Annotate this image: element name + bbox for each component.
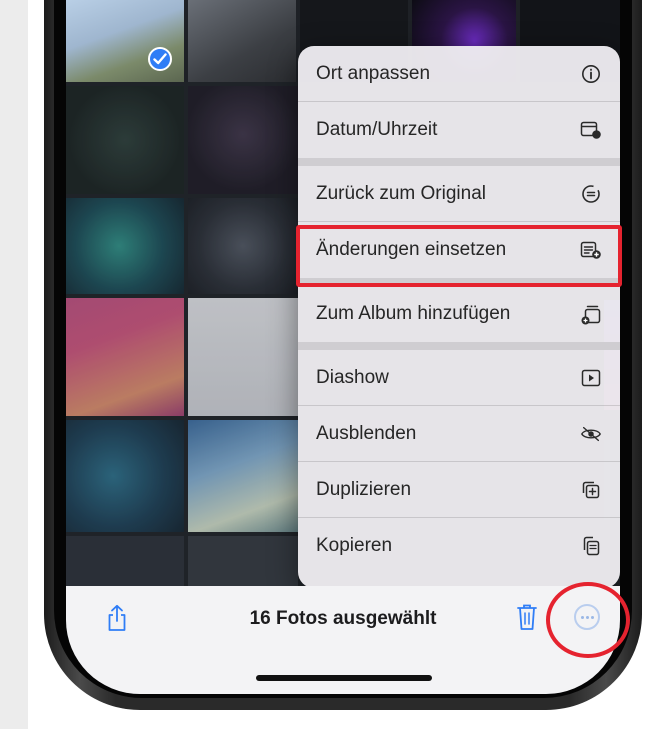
hide-eye-icon	[580, 423, 602, 445]
circle-annotation	[546, 582, 630, 658]
duplicate-icon	[580, 479, 602, 501]
menu-separator	[298, 342, 620, 350]
photo-thumbnail[interactable]	[188, 0, 296, 82]
photo-thumbnail[interactable]	[66, 0, 184, 82]
info-icon	[580, 63, 602, 85]
page-margin	[0, 0, 28, 729]
play-icon	[580, 367, 602, 389]
menu-item-duplizieren[interactable]: Duplizieren	[298, 462, 620, 518]
home-indicator	[256, 675, 432, 681]
menu-item-ort-anpassen[interactable]: Ort anpassen	[298, 46, 620, 102]
context-menu: Ort anpassen Datum/Uhrzeit Zurück zum Or…	[298, 46, 620, 588]
menu-item-kopieren[interactable]: Kopieren	[298, 518, 620, 574]
menu-item-label: Zurück zum Original	[316, 182, 486, 204]
menu-item-label: Ausblenden	[316, 422, 417, 444]
menu-item-label: Kopieren	[316, 535, 393, 556]
menu-item-label: Ort anpassen	[316, 62, 431, 84]
copy-icon	[580, 535, 602, 557]
menu-item-ausblenden[interactable]: Ausblenden	[298, 406, 620, 462]
menu-item-label: Zum Album hinzufügen	[316, 303, 511, 324]
menu-separator	[298, 158, 620, 166]
phone-screen: Ort anpassen Datum/Uhrzeit Zurück zum Or…	[66, 0, 620, 694]
highlight-annotation	[296, 225, 622, 287]
bottom-toolbar: 16 Fotos ausgewählt	[66, 586, 620, 694]
calendar-clock-icon	[580, 119, 602, 141]
revert-icon	[580, 183, 602, 205]
trash-icon[interactable]	[516, 603, 538, 636]
menu-item-datum-uhrzeit[interactable]: Datum/Uhrzeit	[298, 102, 620, 158]
menu-item-label: Datum/Uhrzeit	[316, 119, 438, 140]
menu-item-label: Diashow	[316, 366, 389, 388]
menu-item-diashow[interactable]: Diashow	[298, 350, 620, 406]
selected-checkmark-icon	[148, 47, 172, 71]
menu-item-label: Duplizieren	[316, 478, 412, 500]
menu-item-zurueck-zum-original[interactable]: Zurück zum Original	[298, 166, 620, 222]
add-to-album-icon	[580, 303, 602, 325]
menu-item-zum-album-hinzufuegen[interactable]: Zum Album hinzufügen	[298, 286, 620, 342]
